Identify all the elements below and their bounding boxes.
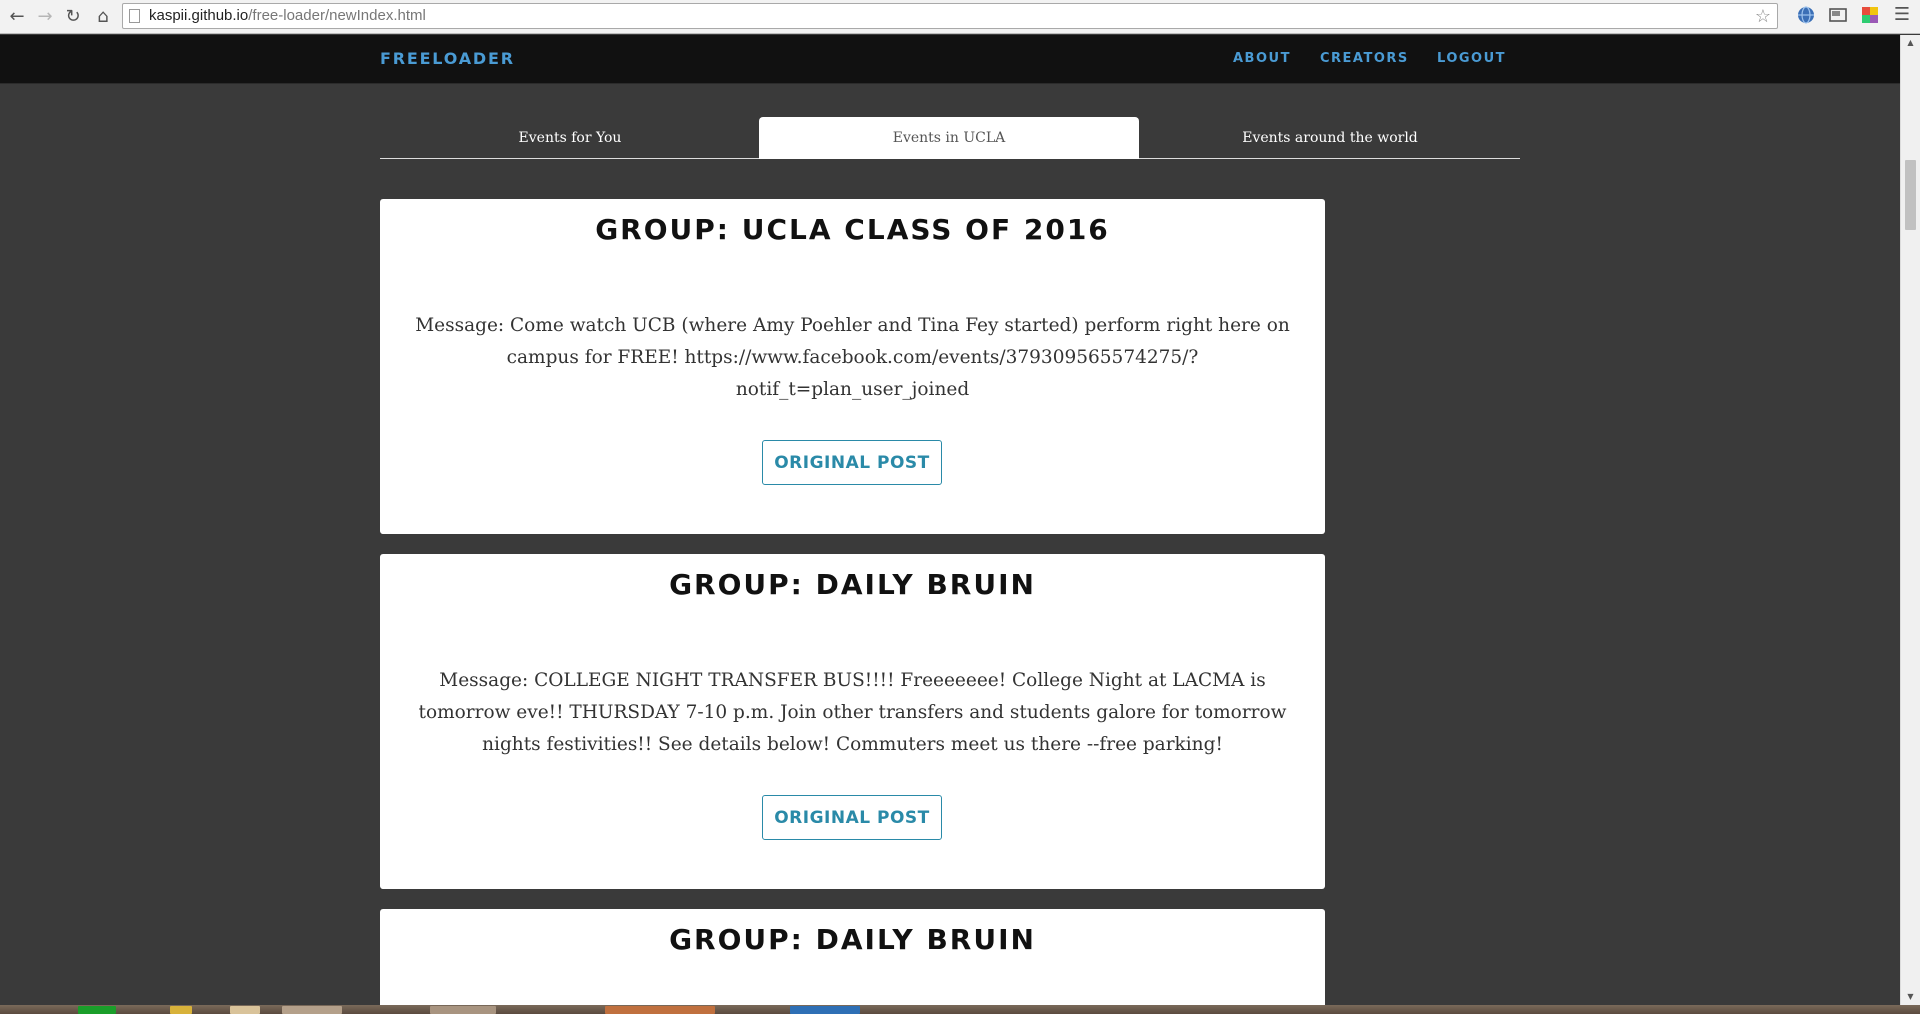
forward-arrow-icon[interactable]: → [32,3,58,29]
page-scrollbar[interactable]: ▲ ▼ [1900,35,1920,1005]
taskbar-app-icon[interactable] [605,1006,715,1014]
nav-creators-link[interactable]: CREATORS [1320,51,1409,66]
os-taskbar [0,1005,1920,1014]
cast-icon[interactable] [1828,5,1848,25]
event-message: Message: Come watch UCB (where Amy Poehl… [415,315,1290,400]
url-host: kaspii.github.io [149,7,249,24]
brand-logo[interactable]: FREELOADER [380,49,515,68]
event-group-title: GROUP: DAILY BRUIN [669,923,1036,956]
page-icon [129,9,140,23]
tab-events-in-ucla[interactable]: Events in UCLA [759,117,1139,159]
taskbar-app-icon[interactable] [790,1006,860,1014]
url-path: /free-loader/newIndex.html [248,7,426,24]
taskbar-app-icon[interactable] [430,1006,496,1014]
colorful-extension-icon[interactable] [1860,5,1880,25]
taskbar-app-icon[interactable] [170,1006,192,1014]
address-bar[interactable]: kaspii.github.io/free-loader/newIndex.ht… [122,3,1778,29]
star-icon[interactable]: ☆ [1755,4,1771,28]
home-icon[interactable]: ⌂ [90,3,116,29]
taskbar-app-icon[interactable] [230,1006,260,1014]
event-card: GROUP: DAILY BRUIN Message: COLLEGE NIGH… [380,554,1325,889]
taskbar-app-icon[interactable] [78,1006,116,1014]
scroll-down-arrow-icon[interactable]: ▼ [1901,989,1920,1005]
reload-icon[interactable]: ↻ [60,3,86,29]
browser-toolbar: ← → ↻ ⌂ kaspii.github.io/free-loader/new… [0,0,1920,34]
event-group-title: GROUP: UCLA CLASS OF 2016 [595,213,1110,246]
original-post-button[interactable]: ORIGINAL POST [762,440,942,485]
event-tabs: Events for You Events in UCLA Events aro… [380,117,1520,159]
scroll-up-arrow-icon[interactable]: ▲ [1901,35,1920,51]
original-post-button[interactable]: ORIGINAL POST [762,795,942,840]
event-card: GROUP: UCLA CLASS OF 2016 Message: Come … [380,199,1325,534]
back-arrow-icon[interactable]: ← [4,3,30,29]
tab-events-around-the-world[interactable]: Events around the world [1140,117,1520,158]
globe-extension-icon[interactable] [1796,5,1816,25]
scroll-thumb[interactable] [1905,160,1916,230]
event-message: Message: COLLEGE NIGHT TRANSFER BUS!!!! … [418,670,1287,755]
tab-events-for-you[interactable]: Events for You [380,117,760,158]
event-group-title: GROUP: DAILY BRUIN [669,568,1036,601]
event-card: GROUP: DAILY BRUIN [380,909,1325,1005]
site-navbar: FREELOADER ABOUT CREATORS LOGOUT [0,35,1900,84]
nav-logout-link[interactable]: LOGOUT [1437,51,1506,66]
url-text[interactable]: kaspii.github.io/free-loader/newIndex.ht… [149,4,426,28]
nav-about-link[interactable]: ABOUT [1233,51,1291,66]
hamburger-menu-icon[interactable]: ☰ [1892,5,1912,25]
taskbar-app-icon[interactable] [282,1006,342,1014]
